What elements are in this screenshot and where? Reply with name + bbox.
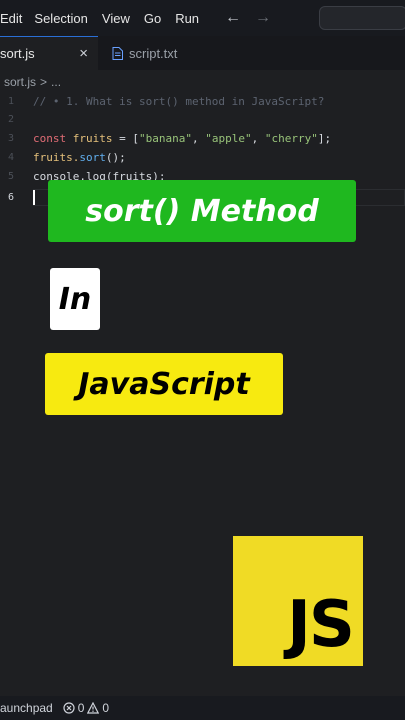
- tab-label: sort.js: [0, 46, 35, 61]
- tab-label: script.txt: [129, 45, 178, 61]
- code-text: const fruits = ["banana", "apple", "cher…: [33, 131, 332, 145]
- warning-triangle-icon: [87, 702, 100, 714]
- arrow-left-icon[interactable]: ←: [225, 9, 241, 27]
- title-text: sort() Method: [85, 193, 319, 229]
- code-line: 3 const fruits = ["banana", "apple", "ch…: [0, 129, 405, 147]
- error-count: 0: [77, 701, 85, 715]
- breadcrumb: sort.js > ...: [0, 72, 405, 92]
- error-circle-icon: [63, 702, 75, 714]
- line-number: 1: [7, 95, 14, 107]
- status-launchpad[interactable]: aunchpad: [0, 701, 53, 715]
- menu-selection[interactable]: Selection: [30, 11, 95, 26]
- problems-indicator[interactable]: 0 0: [63, 701, 109, 715]
- menu-bar: Edit Selection View Go Run ← →: [0, 0, 405, 36]
- in-text: In: [58, 281, 92, 317]
- language-text: JavaScript: [78, 366, 250, 402]
- language-banner: JavaScript: [45, 353, 283, 415]
- command-center-search[interactable]: [319, 6, 405, 30]
- js-logo-text: JS: [287, 588, 355, 662]
- code-text: fruits.sort();: [33, 150, 126, 164]
- code-comment: // • 1. What is sort() method in JavaScr…: [33, 94, 325, 108]
- tab-sort-js[interactable]: sort.js ×: [0, 36, 98, 70]
- line-number: 6: [7, 191, 14, 203]
- code-line: 4 fruits.sort();: [0, 148, 405, 166]
- file-icon: [112, 46, 123, 60]
- line-number: 5: [7, 170, 14, 182]
- menu-go[interactable]: Go: [138, 11, 169, 26]
- menu-view[interactable]: View: [96, 11, 138, 26]
- js-logo: JS: [233, 536, 363, 666]
- menu-run[interactable]: Run: [169, 11, 207, 26]
- vscode-window: Edit Selection View Go Run ← → sort.js ×…: [0, 0, 405, 720]
- breadcrumb-separator: >: [40, 75, 48, 89]
- title-banner: sort() Method: [48, 180, 356, 242]
- breadcrumb-file[interactable]: sort.js: [4, 75, 36, 89]
- line-number: 3: [7, 132, 14, 144]
- editor-tabs: sort.js × script.txt: [0, 36, 405, 70]
- in-banner: In: [50, 268, 100, 330]
- warning-count: 0: [102, 701, 110, 715]
- text-caret: [33, 190, 35, 205]
- code-line: 2: [0, 110, 405, 128]
- code-line: 1 // • 1. What is sort() method in JavaS…: [0, 92, 405, 110]
- breadcrumb-more[interactable]: ...: [51, 75, 61, 89]
- menu-edit[interactable]: Edit: [0, 11, 30, 26]
- tab-script-txt[interactable]: script.txt: [98, 36, 187, 70]
- close-icon[interactable]: ×: [79, 45, 88, 62]
- arrow-right-icon[interactable]: →: [255, 9, 271, 27]
- status-bar: aunchpad 0 0: [0, 696, 405, 720]
- line-number: 2: [7, 113, 14, 125]
- line-number: 4: [7, 151, 14, 163]
- nav-arrows: ← →: [225, 9, 271, 27]
